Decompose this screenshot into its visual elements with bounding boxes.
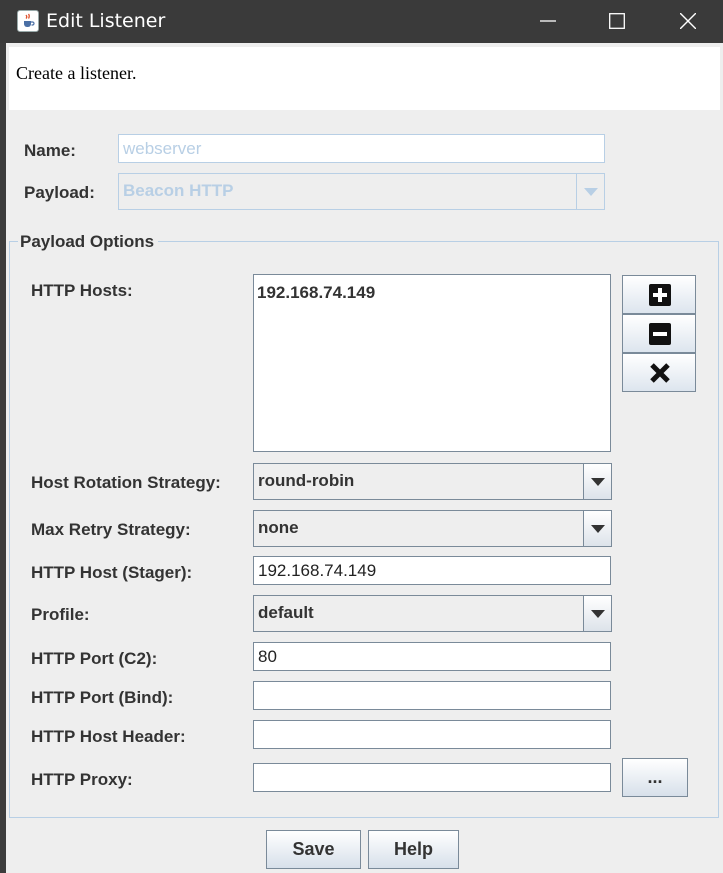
proxy-label: HTTP Proxy:	[31, 770, 133, 789]
port-bind-field[interactable]	[253, 681, 611, 710]
close-icon	[680, 13, 696, 29]
name-field[interactable]: webserver	[118, 134, 605, 163]
payload-select-value: Beacon HTTP	[123, 181, 234, 200]
help-button[interactable]: Help	[368, 830, 459, 869]
max-retry-select[interactable]: none	[253, 510, 612, 547]
host-header-label: HTTP Host Header:	[31, 727, 186, 746]
description-panel: Create a listener.	[9, 47, 720, 110]
plus-icon	[649, 284, 671, 306]
host-rotation-value: round-robin	[258, 471, 355, 490]
dialog-content: Create a listener. Name: webserver Paylo…	[6, 43, 723, 873]
name-label: Name:	[24, 141, 76, 160]
maximize-button[interactable]	[582, 0, 652, 43]
host-rotation-label: Host Rotation Strategy:	[31, 473, 221, 492]
title-bar[interactable]: Edit Listener	[0, 0, 723, 43]
chevron-down-icon[interactable]	[583, 596, 611, 631]
proxy-settings-button[interactable]: ...	[622, 758, 688, 797]
port-bind-label: HTTP Port (Bind):	[31, 688, 174, 707]
minus-icon	[649, 323, 671, 345]
payload-label: Payload:	[24, 183, 95, 202]
x-icon	[650, 363, 670, 383]
chevron-down-icon[interactable]	[583, 511, 611, 546]
port-c2-label: HTTP Port (C2):	[31, 649, 158, 668]
payload-select[interactable]: Beacon HTTP	[118, 173, 605, 210]
proxy-field[interactable]	[253, 763, 611, 792]
clear-hosts-button[interactable]	[622, 353, 696, 392]
max-retry-value: none	[258, 518, 299, 537]
profile-label: Profile:	[31, 605, 90, 624]
host-stager-field[interactable]: 192.168.74.149	[253, 556, 611, 585]
add-host-button[interactable]	[622, 275, 696, 314]
java-cup-icon	[17, 10, 39, 32]
edit-listener-window: Edit Listener Create a listener. Name: w…	[0, 0, 723, 873]
host-rotation-select[interactable]: round-robin	[253, 463, 612, 500]
chevron-down-icon[interactable]	[576, 174, 604, 209]
port-c2-field[interactable]: 80	[253, 642, 611, 671]
remove-host-button[interactable]	[622, 314, 696, 353]
save-button[interactable]: Save	[266, 830, 361, 869]
profile-select[interactable]: default	[253, 595, 612, 632]
payload-options-group: Payload Options HTTP Hosts: 192.168.74.1…	[9, 232, 719, 818]
payload-options-title: Payload Options	[18, 232, 159, 252]
http-hosts-label: HTTP Hosts:	[31, 281, 133, 300]
minimize-icon	[540, 20, 556, 22]
chevron-down-icon[interactable]	[583, 464, 611, 499]
http-hosts-list[interactable]: 192.168.74.149	[253, 274, 611, 452]
maximize-icon	[609, 13, 625, 29]
profile-value: default	[258, 603, 314, 622]
close-button[interactable]	[653, 0, 723, 43]
host-header-field[interactable]	[253, 720, 611, 749]
list-item[interactable]: 192.168.74.149	[257, 283, 375, 303]
minimize-button[interactable]	[513, 0, 583, 43]
host-stager-label: HTTP Host (Stager):	[31, 563, 193, 582]
description-text: Create a listener.	[16, 63, 137, 83]
window-title: Edit Listener	[46, 10, 166, 32]
max-retry-label: Max Retry Strategy:	[31, 520, 191, 539]
